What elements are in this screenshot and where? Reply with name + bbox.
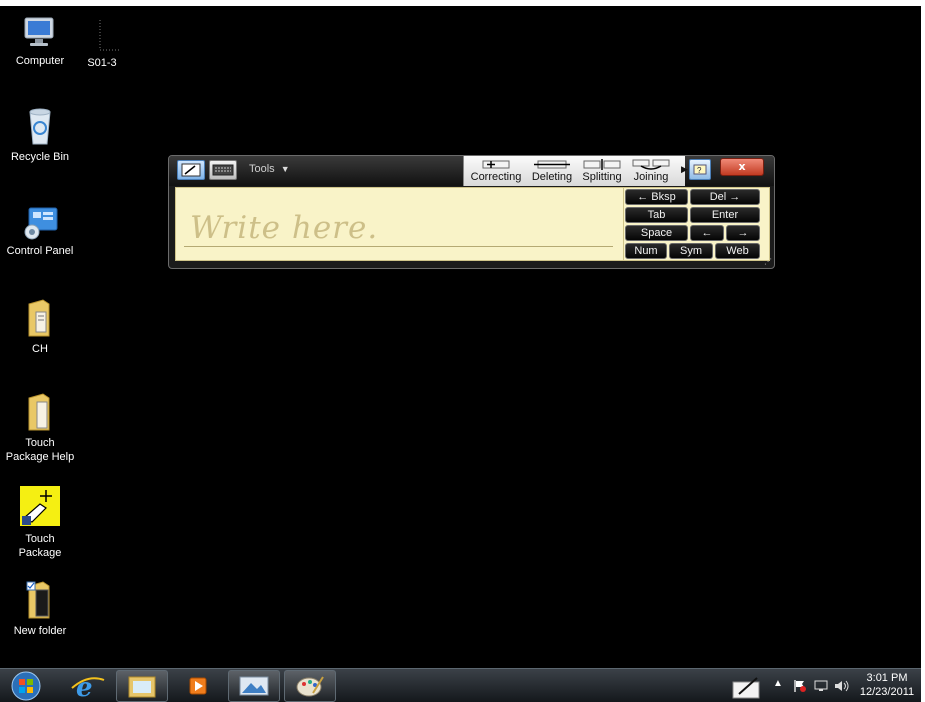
pen-icon [181, 163, 201, 177]
action-center-flag-icon[interactable] [793, 679, 807, 693]
taskbar-internet-explorer[interactable]: e [62, 670, 114, 702]
splitting-gesture-icon [583, 159, 621, 170]
start-button[interactable] [4, 670, 48, 702]
gesture-correcting[interactable]: Correcting [468, 156, 524, 186]
recycle-bin-icon [29, 108, 51, 145]
right-arrow-key[interactable]: → [726, 225, 760, 241]
screen-border-right [921, 0, 925, 702]
sym-key[interactable]: Sym [669, 243, 713, 259]
screen-border-top [0, 0, 925, 6]
tray-input-panel-button[interactable] [727, 670, 767, 702]
gesture-help-strip: Correcting Deleting Splitting Joining [463, 156, 685, 186]
desktop-icon-computer[interactable]: Computer [2, 14, 78, 68]
touch-package-icon [20, 486, 60, 526]
taskbar-paint[interactable] [284, 670, 336, 702]
tools-menu[interactable]: Tools ▼ [249, 163, 290, 175]
desktop-icon-label: Touch Package Help [5, 437, 75, 463]
delete-key[interactable]: Del → [690, 189, 760, 205]
clock-time: 3:01 PM [866, 672, 908, 684]
show-hidden-icons-icon[interactable]: ▲ [773, 678, 783, 689]
deleting-gesture-icon [534, 160, 570, 169]
tab-key[interactable]: Tab [625, 207, 688, 223]
taskbar-media-player[interactable] [172, 670, 224, 702]
tools-menu-label: Tools [249, 163, 275, 175]
gesture-joining[interactable]: Joining [630, 156, 672, 186]
network-icon[interactable] [814, 679, 828, 693]
resize-grip-icon[interactable]: ⋰ [764, 258, 772, 266]
svg-text:?: ? [697, 166, 702, 175]
control-panel-icon [24, 207, 58, 240]
close-icon: x [738, 160, 746, 173]
web-key[interactable]: Web [715, 243, 760, 259]
space-key[interactable]: Space [625, 225, 688, 241]
desktop-icon-touch-package-help[interactable]: Touch Package Help [2, 392, 78, 464]
gesture-label: Splitting [582, 171, 622, 183]
desktop-icon-label: Computer [15, 55, 65, 67]
folder-icon [28, 393, 50, 431]
paint-icon [296, 676, 324, 697]
writing-baseline [184, 246, 613, 247]
keyboard-icon [212, 164, 234, 176]
chevron-down-icon: ▼ [280, 164, 290, 174]
desktop-icon-touch-package[interactable]: Touch Package [2, 484, 78, 560]
desktop-icon-label: CH [32, 343, 48, 355]
gesture-label: Deleting [531, 171, 573, 183]
taskbar: e ▲ 3:01 PM 12/23/2011 [0, 668, 921, 702]
folder-icon [26, 581, 50, 619]
gesture-label: Correcting [470, 171, 522, 183]
taskbar-image-viewer[interactable] [228, 670, 280, 702]
help-button[interactable]: ? [689, 159, 711, 180]
left-arrow-key[interactable]: ← [690, 225, 724, 241]
start-orb-icon [11, 671, 41, 701]
touch-keyboard-button[interactable] [209, 160, 237, 180]
input-panel-toolbar: Tools ▼ Correcting Deleting Splitting Jo… [169, 156, 774, 186]
backspace-key[interactable]: ← Bksp [625, 189, 688, 205]
desktop-icon-label: S01-3 [87, 57, 117, 69]
desktop-icon-label: Control Panel [6, 245, 74, 257]
desktop-icon-control-panel[interactable]: Control Panel [2, 206, 78, 258]
joining-gesture-icon [632, 159, 670, 170]
help-icon: ? [693, 164, 707, 175]
image-viewer-icon [239, 676, 269, 696]
svg-text:e: e [76, 673, 93, 702]
pad-keys: ← Bksp Del → Tab Enter Space ← → Num Sym… [624, 187, 770, 261]
writing-pad-button[interactable] [177, 160, 205, 180]
clock[interactable]: 3:01 PM 12/23/2011 [856, 671, 918, 699]
writing-pad-placeholder: Write here. [190, 210, 379, 246]
close-button[interactable]: x [720, 158, 764, 176]
shortcut-file-icon [99, 20, 120, 51]
tablet-pen-icon [732, 677, 760, 699]
enter-key[interactable]: Enter [690, 207, 760, 223]
input-panel-window[interactable]: Tools ▼ Correcting Deleting Splitting Jo… [168, 155, 775, 269]
desktop-icon-s01-3[interactable]: S01-3 [72, 18, 132, 70]
gesture-label: Joining [633, 171, 669, 183]
internet-explorer-icon: e [71, 673, 105, 702]
correcting-gesture-icon [482, 160, 510, 169]
file-explorer-icon [128, 676, 156, 698]
taskbar-file-explorer[interactable] [116, 670, 168, 702]
gesture-deleting[interactable]: Deleting [528, 156, 576, 186]
folder-icon [28, 299, 50, 337]
writing-pad[interactable]: Write here. [175, 187, 624, 261]
desktop-icon-recycle-bin[interactable]: Recycle Bin [2, 106, 78, 164]
desktop-icon-label: Recycle Bin [10, 151, 70, 163]
desktop-icon-new-folder[interactable]: New folder [2, 580, 78, 638]
desktop-icon-ch[interactable]: CH [2, 298, 78, 356]
clock-date: 12/23/2011 [859, 686, 915, 698]
num-key[interactable]: Num [625, 243, 667, 259]
media-player-icon [189, 677, 207, 695]
gesture-next-arrow-icon[interactable]: ▶ [681, 165, 688, 175]
computer-icon [24, 17, 54, 46]
desktop-icon-label: New folder [13, 625, 67, 637]
volume-icon[interactable] [834, 679, 850, 693]
desktop-icon-label: Touch Package [18, 533, 62, 559]
gesture-splitting[interactable]: Splitting [578, 156, 626, 186]
